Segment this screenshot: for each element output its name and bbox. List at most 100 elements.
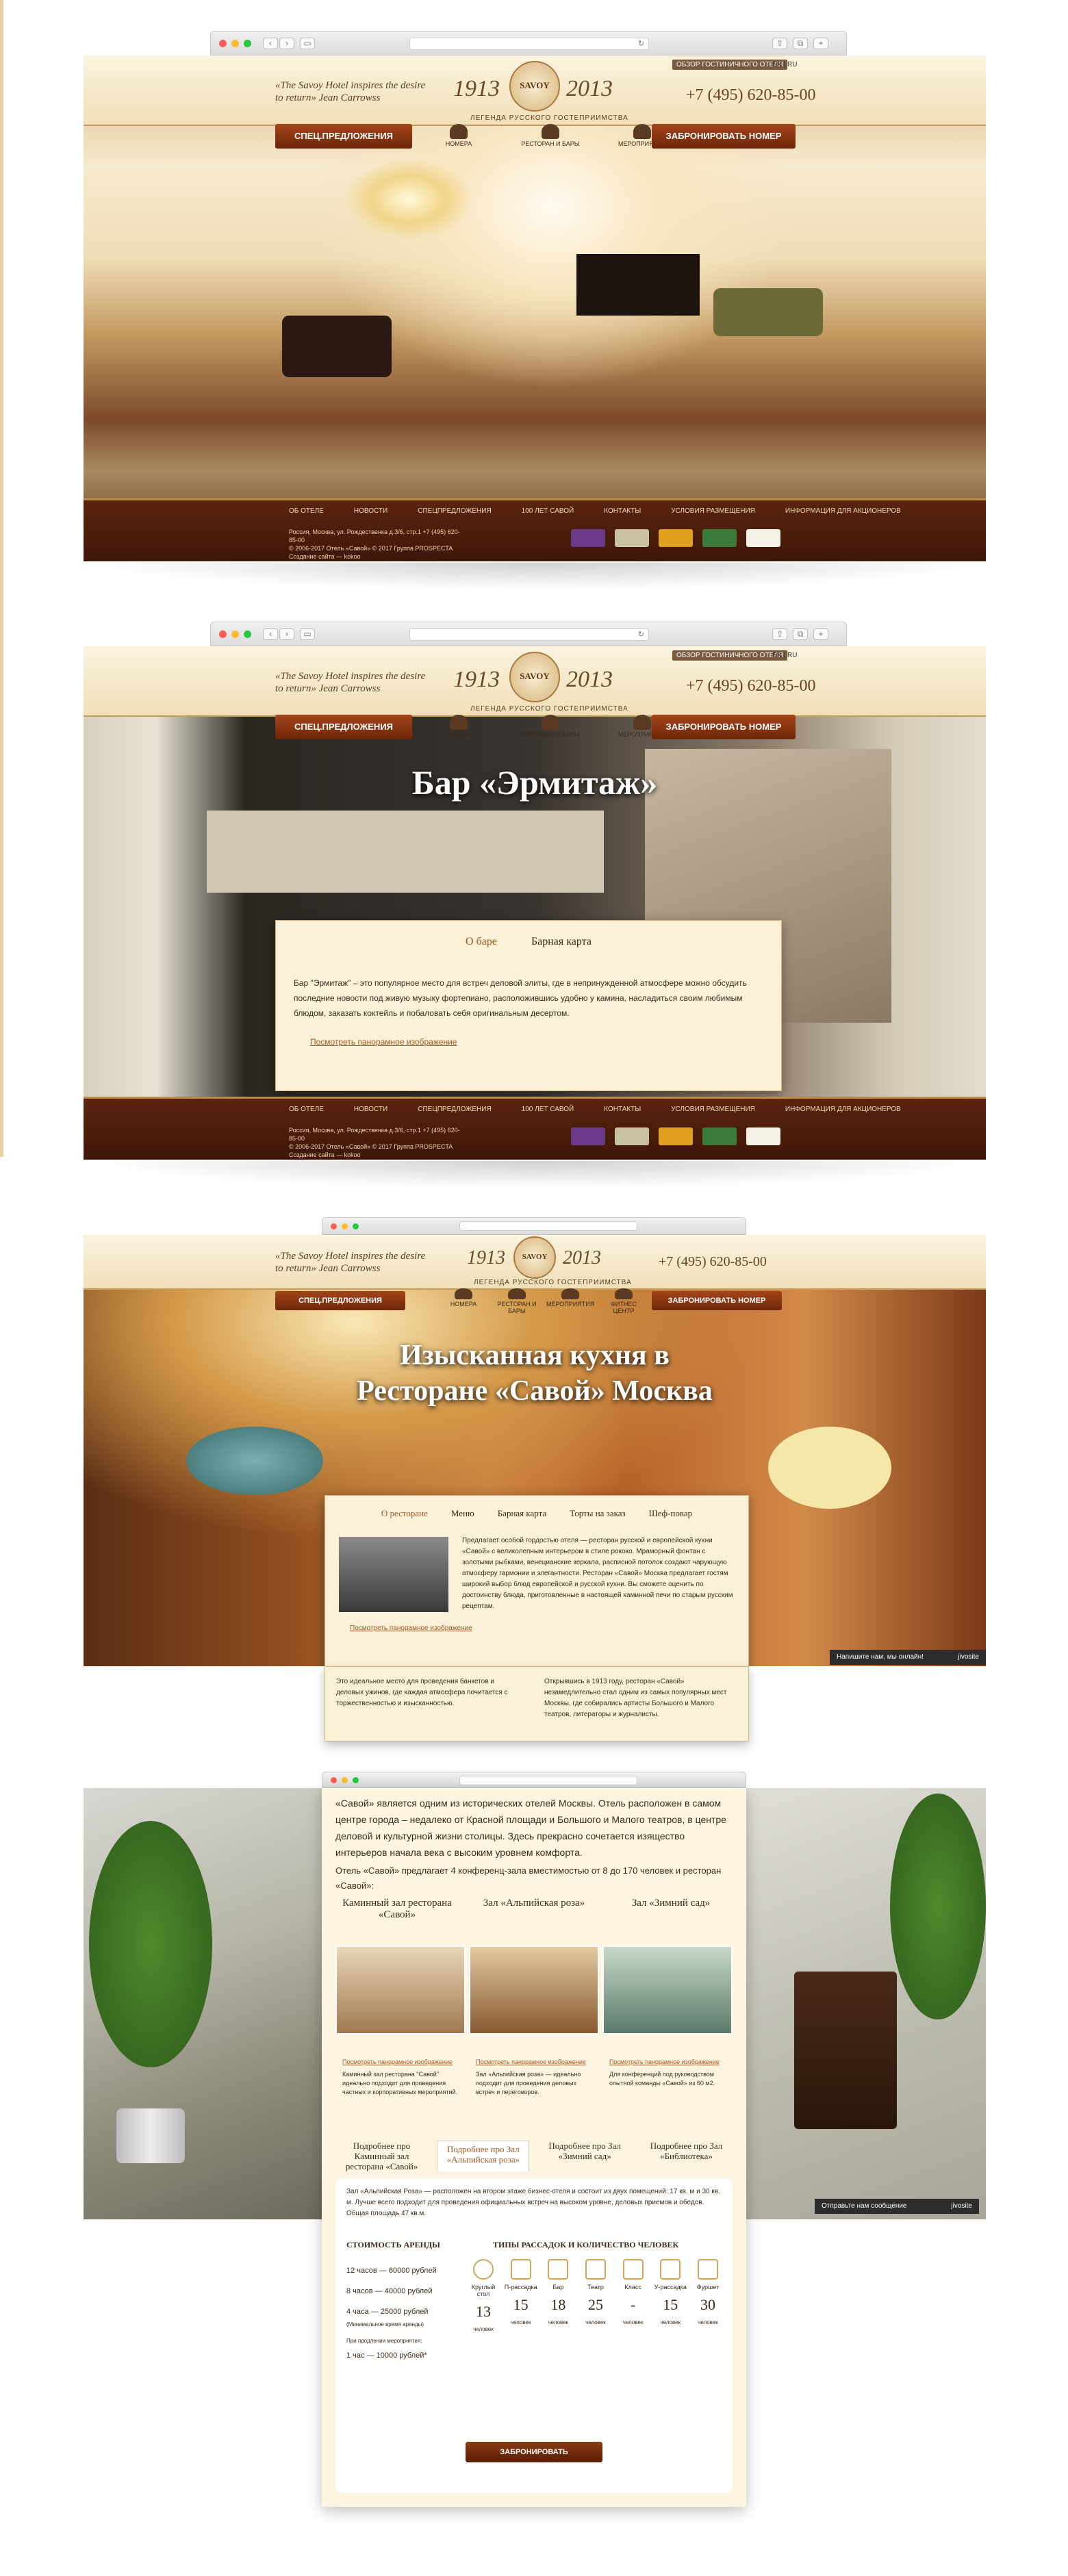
special-offers-button[interactable]: СПЕЦ.ПРЕДЛОЖЕНИЯ — [275, 715, 412, 739]
nav-restaurant[interactable]: РЕСТОРАН И БАРЫ — [493, 1288, 541, 1314]
tabs-icon[interactable]: ⧉ — [793, 38, 808, 49]
footer-credit[interactable]: Создание сайта — kokoo — [289, 552, 467, 561]
tab-bar-menu[interactable]: Барная карта — [498, 1508, 547, 1519]
panorama-link[interactable]: Посмотреть панорамное изображение — [609, 2058, 720, 2065]
add-tab-icon[interactable]: + — [813, 38, 828, 49]
forward-button[interactable]: › — [279, 628, 294, 640]
footer-link[interactable]: УСЛОВИЯ РАЗМЕЩЕНИЯ — [671, 507, 755, 515]
price-item: 8 часов — 40000 рублей — [346, 2287, 433, 2295]
book-room-button[interactable]: ЗАБРОНИРОВАТЬ НОМЕР — [652, 124, 796, 149]
hall-text: Зал «Альпийская Роза» — расположен на вт… — [346, 2188, 720, 2217]
award-badge[interactable] — [571, 1127, 605, 1145]
tripadvisor-badge[interactable] — [615, 1127, 649, 1145]
fireplace — [576, 254, 700, 316]
footer-link[interactable]: КОНТАКТЫ — [604, 1106, 641, 1113]
tripadvisor-badge[interactable] — [615, 529, 649, 547]
chat-widget[interactable]: Отправьте нам сообщение jivosite — [815, 2199, 979, 2214]
tripadvisor-icon[interactable] — [746, 529, 780, 547]
award-badge[interactable] — [659, 529, 693, 547]
restaurant-icon — [508, 1288, 526, 1299]
award-badge[interactable] — [702, 529, 737, 547]
tab-about-bar[interactable]: О баре — [466, 936, 497, 948]
address-bar[interactable]: ↻ — [409, 628, 649, 641]
screen-restaurant: «The Savoy Hotel inspires the desire to … — [84, 1235, 986, 1666]
footer-link[interactable]: ИНФОРМАЦИЯ ДЛЯ АКЦИОНЕРОВ — [785, 1106, 901, 1113]
award-badge[interactable] — [702, 1127, 737, 1145]
classroom-icon — [622, 2259, 644, 2280]
footer-link[interactable]: ИНФОРМАЦИЯ ДЛЯ АКЦИОНЕРОВ — [785, 507, 901, 515]
panorama-link[interactable]: Посмотреть панорамное изображение — [310, 1037, 457, 1047]
tab-hall-winter-garden[interactable]: Подробнее про Зал «Зимний сад» — [539, 2141, 631, 2171]
sidebar-icon[interactable]: ▭ — [300, 628, 315, 640]
tab-bar-menu[interactable]: Барная карта — [531, 936, 592, 948]
savoy-logo[interactable]: SAVOY — [509, 61, 560, 112]
nav-restaurant[interactable]: РЕСТОРАН И БАРЫ — [518, 715, 583, 738]
nav-rooms[interactable]: НОМЕРА — [426, 124, 492, 147]
nav-rooms[interactable]: НОМЕРА — [426, 715, 492, 738]
back-button[interactable]: ‹ — [263, 628, 278, 640]
panorama-link[interactable]: Посмотреть панорамное изображение — [342, 2058, 453, 2065]
footer-link[interactable]: КОНТАКТЫ — [604, 507, 641, 515]
hall-photo[interactable] — [335, 1946, 466, 2035]
motto: «The Savoy Hotel inspires the desire to … — [275, 1251, 426, 1274]
footer-link[interactable]: СПЕЦПРЕДЛОЖЕНИЯ — [418, 507, 491, 515]
hall-photo[interactable] — [469, 1946, 599, 2035]
footer-link[interactable]: НОВОСТИ — [354, 1106, 387, 1113]
book-room-button[interactable]: ЗАБРОНИРОВАТЬ НОМЕР — [652, 1291, 782, 1310]
price-title: СТОИМОСТЬ АРЕНДЫ — [346, 2240, 440, 2249]
savoy-logo[interactable]: SAVOY — [509, 652, 560, 702]
share-icon[interactable]: ⇧ — [772, 628, 787, 640]
nav-restaurant[interactable]: РЕСТОРАН И БАРЫ — [518, 124, 583, 147]
phone-number[interactable]: +7 (495) 620-85-00 — [659, 1254, 767, 1270]
lang-switch[interactable]: EN | RU — [768, 650, 802, 661]
nav-events[interactable]: МЕРОПРИЯТИЯ — [546, 1288, 594, 1314]
tab-chef[interactable]: Шеф-повар — [649, 1508, 693, 1519]
nav-fitness[interactable]: ФИТНЕС ЦЕНТР — [600, 1288, 648, 1314]
book-hall-button[interactable]: ЗАБРОНИРОВАТЬ — [466, 2442, 602, 2462]
tab-hall-library[interactable]: Подробнее про Зал «Библиотека» — [640, 2141, 733, 2171]
special-offers-button[interactable]: СПЕЦ.ПРЕДЛОЖЕНИЯ — [275, 1291, 405, 1310]
address-bar[interactable] — [459, 1776, 637, 1785]
tabs-icon[interactable]: ⧉ — [793, 628, 808, 640]
nav-rooms[interactable]: НОМЕРА — [440, 1288, 487, 1314]
historic-photo[interactable] — [339, 1537, 448, 1612]
book-room-button[interactable]: ЗАБРОНИРОВАТЬ НОМЕР — [652, 715, 796, 739]
share-icon[interactable]: ⇧ — [772, 38, 787, 49]
motto: «The Savoy Hotel inspires the desire to … — [275, 671, 426, 694]
hall-photo[interactable] — [602, 1946, 733, 2035]
seating-option: Класс - человек — [615, 2259, 651, 2332]
tab-about-restaurant[interactable]: О ресторане — [381, 1508, 428, 1519]
address-bar[interactable] — [459, 1221, 637, 1231]
phone-number[interactable]: +7 (495) 620-85-00 — [686, 86, 816, 105]
address-bar[interactable]: ↻ — [409, 38, 649, 50]
sidebar-icon[interactable]: ▭ — [300, 38, 315, 49]
browser-toolbar-1: ‹ › ▭ ↻ ⇧ ⧉ + — [210, 31, 847, 55]
footer-link[interactable]: ОБ ОТЕЛЕ — [289, 507, 324, 515]
phone-number[interactable]: +7 (495) 620-85-00 — [686, 677, 816, 696]
footer-link[interactable]: СПЕЦПРЕДЛОЖЕНИЯ — [418, 1106, 491, 1113]
add-tab-icon[interactable]: + — [813, 628, 828, 640]
seating-option: Бар 18 человек — [540, 2259, 576, 2332]
footer-credit[interactable]: Создание сайта — kokoo — [289, 1151, 467, 1159]
award-badge[interactable] — [571, 529, 605, 547]
footer-link[interactable]: 100 ЛЕТ САВОЙ — [522, 1106, 574, 1113]
special-offers-button[interactable]: СПЕЦ.ПРЕДЛОЖЕНИЯ — [275, 124, 412, 149]
footer-link[interactable]: НОВОСТИ — [354, 507, 387, 515]
back-button[interactable]: ‹ — [263, 38, 278, 49]
panorama-link[interactable]: Посмотреть панорамное изображение — [350, 1624, 472, 1632]
footer-link[interactable]: 100 ЛЕТ САВОЙ — [522, 507, 574, 515]
award-badge[interactable] — [659, 1127, 693, 1145]
panorama-link[interactable]: Посмотреть панорамное изображение — [476, 2058, 586, 2065]
tripadvisor-icon[interactable] — [746, 1127, 780, 1145]
tab-cakes[interactable]: Торты на заказ — [570, 1508, 625, 1519]
chat-widget[interactable]: Напишите нам, мы онлайн! jivosite — [830, 1650, 986, 1665]
lang-switch[interactable]: EN | RU — [768, 60, 802, 70]
forward-button[interactable]: › — [279, 38, 294, 49]
footer-link[interactable]: УСЛОВИЯ РАЗМЕЩЕНИЯ — [671, 1106, 755, 1113]
site-footer: ОБ ОТЕЛЕ НОВОСТИ СПЕЦПРЕДЛОЖЕНИЯ 100 ЛЕТ СА… — [84, 498, 986, 561]
tab-hall-alpine-rose[interactable]: Подробнее про Зал «Альпийская роза» — [437, 2141, 530, 2171]
savoy-logo[interactable]: SAVOY — [513, 1236, 556, 1279]
tab-hall-fireplace[interactable]: Подробнее про Каминный зал ресторана «Са… — [335, 2141, 428, 2171]
tab-menu[interactable]: Меню — [451, 1508, 474, 1519]
footer-link[interactable]: ОБ ОТЕЛЕ — [289, 1106, 324, 1113]
